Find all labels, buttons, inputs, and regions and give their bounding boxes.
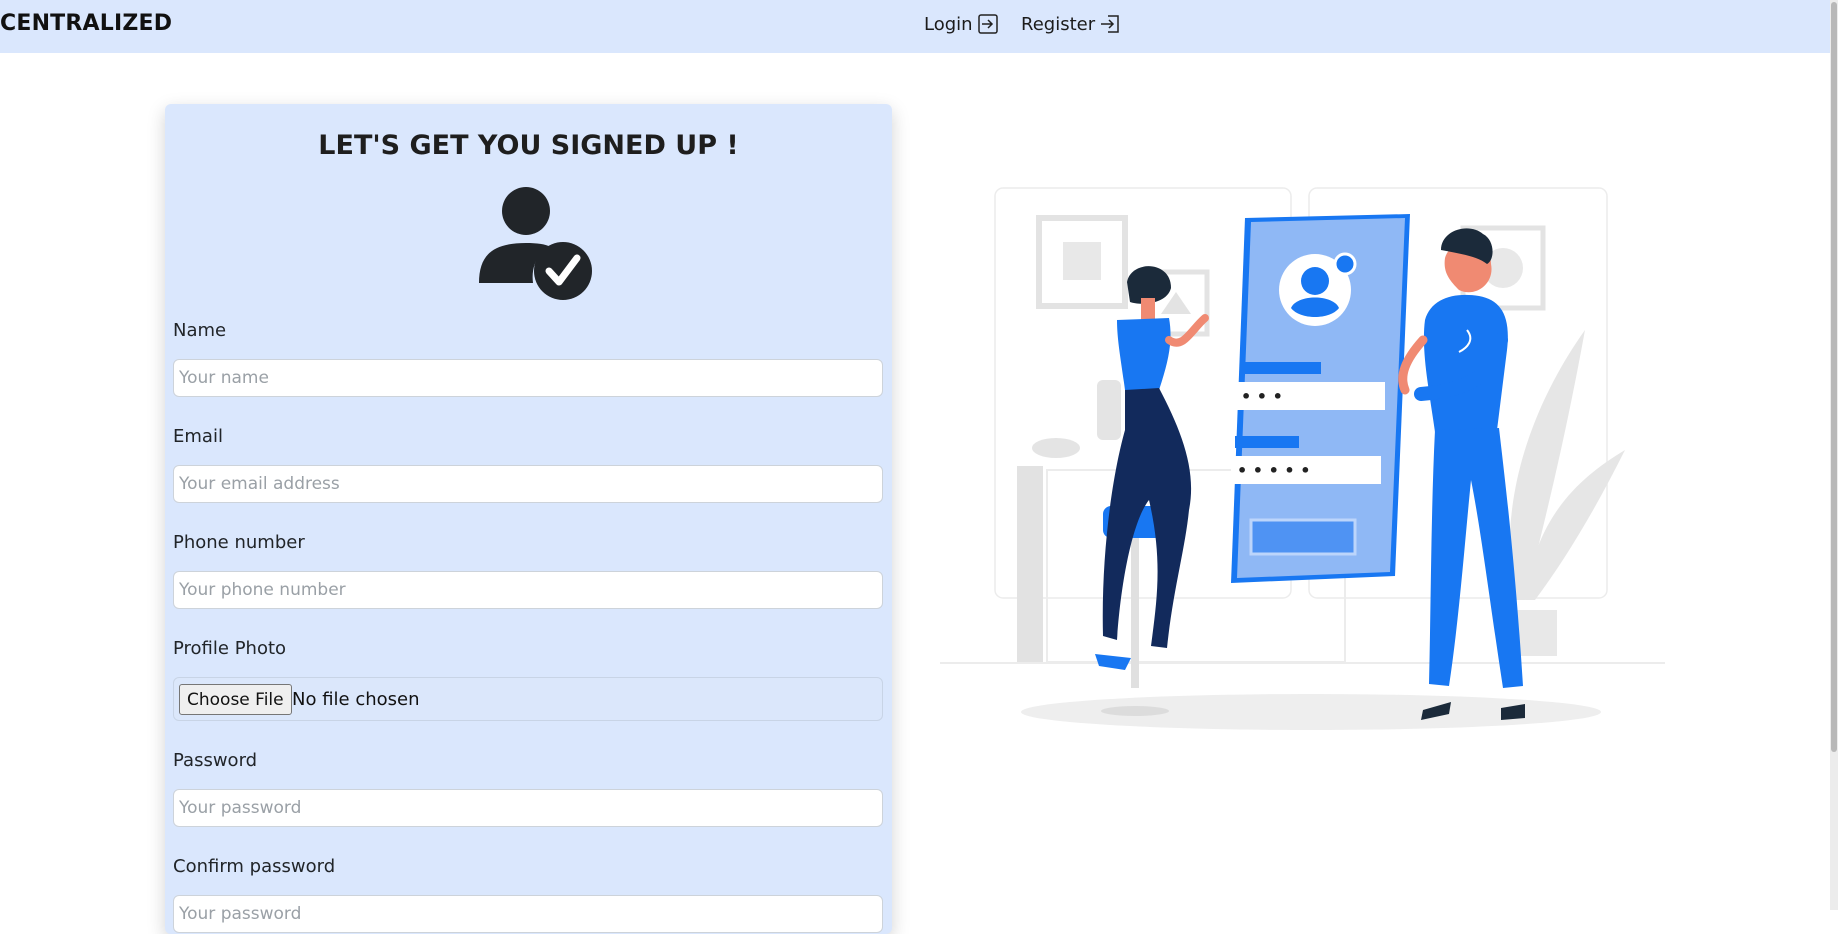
password-label: Password — [173, 750, 258, 771]
nav-register-link[interactable]: Register — [1021, 13, 1121, 35]
password-input[interactable] — [173, 789, 883, 827]
nav-login-label: Login — [924, 13, 973, 35]
phone-label: Phone number — [173, 532, 305, 553]
navbar: CENTRALIZED Login Register — [0, 0, 1838, 53]
name-input[interactable] — [173, 359, 883, 397]
signup-title: LET'S GET YOU SIGNED UP ! — [318, 130, 739, 161]
phone-input[interactable] — [173, 571, 883, 609]
password-dots-1: • • • — [1241, 387, 1283, 406]
email-label: Email — [173, 426, 223, 447]
page-scrollbar[interactable] — [1830, 0, 1838, 910]
profile-photo-file-input[interactable]: Choose File No file chosen — [173, 677, 883, 721]
profile-photo-label: Profile Photo — [173, 638, 287, 659]
nav-register-label: Register — [1021, 13, 1096, 35]
user-check-icon — [479, 187, 592, 300]
login-icon — [977, 14, 998, 34]
nav-login-link[interactable]: Login — [924, 13, 999, 35]
scrollbar-thumb[interactable] — [1831, 2, 1837, 752]
brand-logo[interactable]: CENTRALIZED — [0, 11, 172, 36]
email-input[interactable] — [173, 465, 883, 503]
choose-file-button[interactable]: Choose File — [179, 684, 292, 715]
confirm-password-input[interactable] — [173, 895, 883, 933]
sign-up-illustration: • • • • • • • • — [940, 187, 1665, 730]
password-dots-2: • • • • • — [1237, 461, 1310, 480]
file-status-text: No file chosen — [292, 689, 420, 710]
confirm-password-label: Confirm password — [173, 856, 336, 877]
name-label: Name — [173, 320, 227, 341]
register-icon — [1101, 15, 1119, 33]
